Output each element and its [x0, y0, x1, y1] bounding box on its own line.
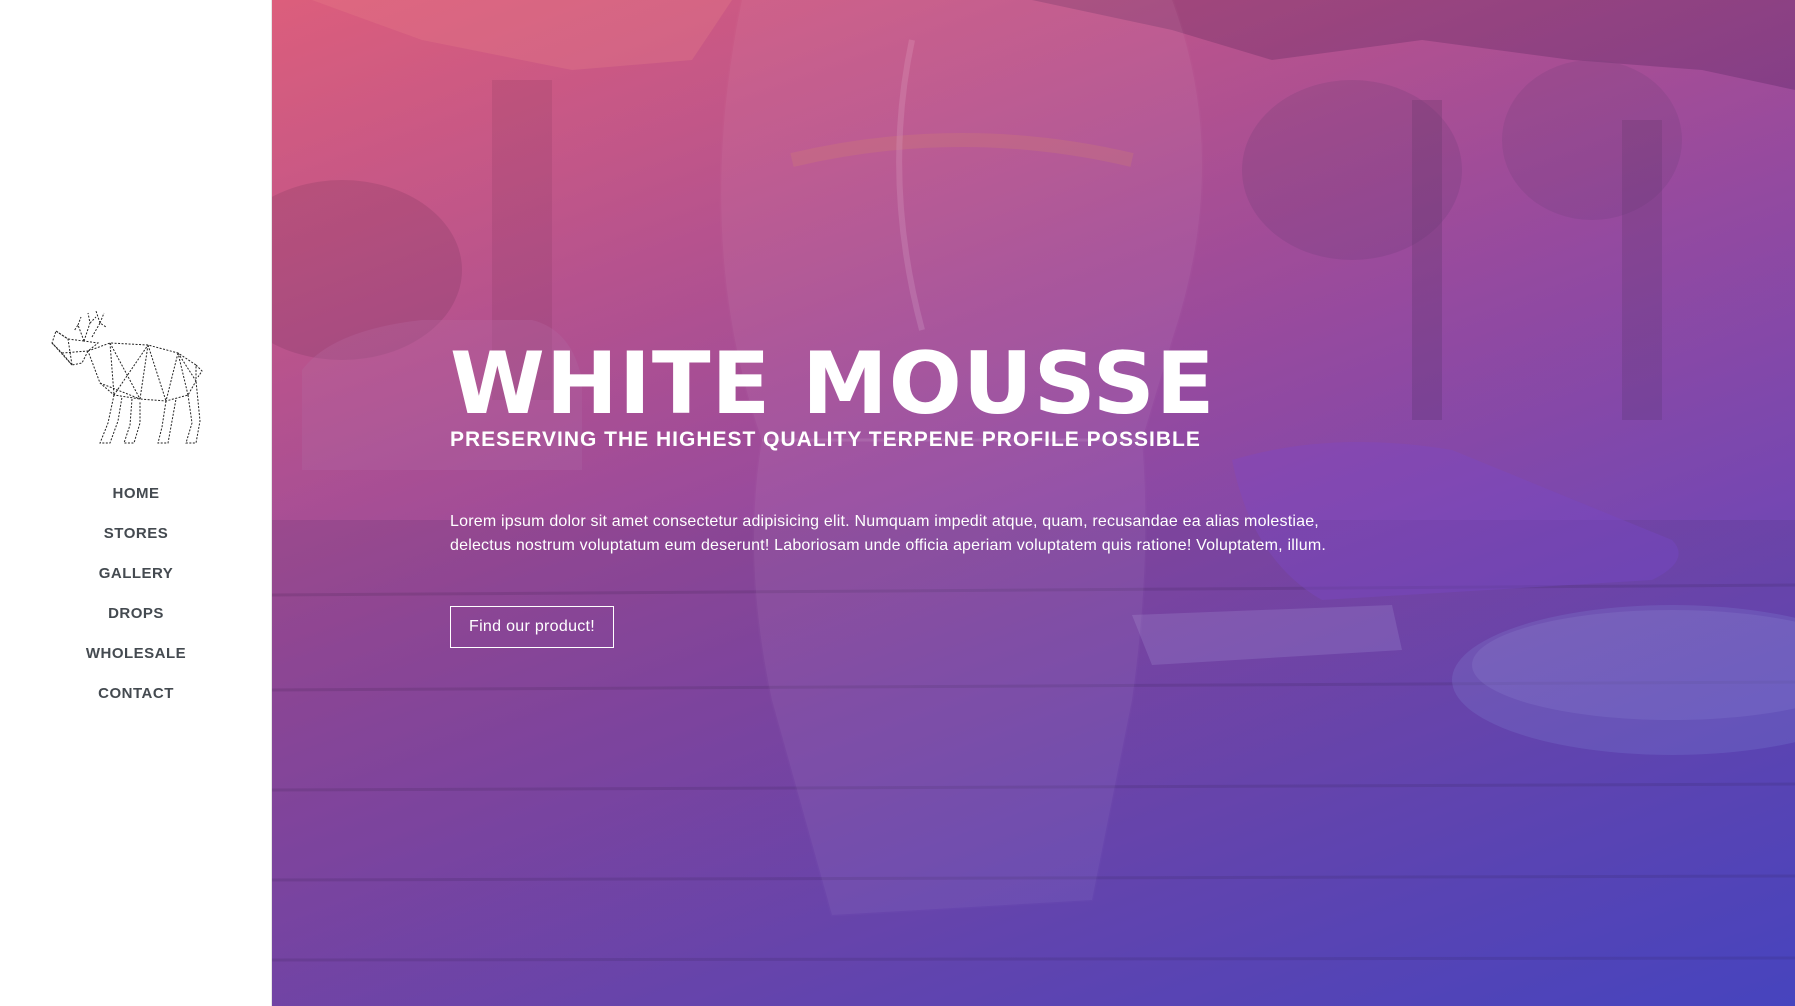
nav-item-drops[interactable]: DROPS — [0, 602, 272, 642]
hero-content: WHITE MOUSSE PRESERVING THE HIGHEST QUAL… — [450, 338, 1390, 648]
moose-icon[interactable] — [48, 303, 204, 447]
nav-item-contact[interactable]: CONTACT — [0, 682, 272, 722]
nav-item-wholesale[interactable]: WHOLESALE — [0, 642, 272, 682]
hero-section: WHITE MOUSSE PRESERVING THE HIGHEST QUAL… — [272, 0, 1795, 1006]
hero-description: Lorem ipsum dolor sit amet consectetur a… — [450, 513, 1327, 554]
nav-item-gallery[interactable]: GALLERY — [0, 562, 272, 602]
nav-item-home[interactable]: HOME — [0, 482, 272, 522]
find-product-button[interactable]: Find our product! — [450, 606, 615, 648]
main-nav: HOME STORES GALLERY DROPS WHOLESALE CONT… — [0, 482, 272, 722]
hero-subtitle: PRESERVING THE HIGHEST QUALITY TERPENE P… — [450, 428, 1201, 451]
nav-item-stores[interactable]: STORES — [0, 522, 272, 562]
hero-title: WHITE MOUSSE — [450, 334, 1216, 434]
sidebar: HOME STORES GALLERY DROPS WHOLESALE CONT… — [0, 0, 272, 1006]
